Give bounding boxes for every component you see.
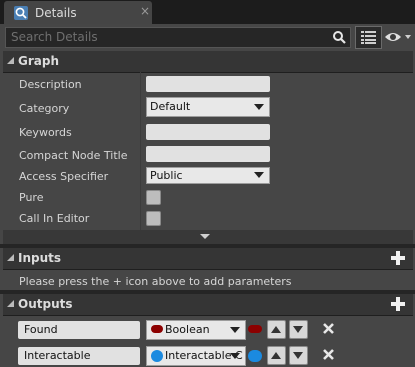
details-magnifier-icon <box>14 6 28 20</box>
close-icon[interactable] <box>323 323 334 334</box>
call-in-editor-checkbox[interactable] <box>146 211 161 226</box>
arrow-up-icon <box>271 352 281 359</box>
output-name-field[interactable]: Found <box>18 321 140 339</box>
details-tab[interactable]: Details × <box>4 1 152 24</box>
chevron-down-icon <box>254 104 264 110</box>
close-icon[interactable] <box>323 349 334 360</box>
outputs-category-title: Outputs <box>18 297 73 311</box>
keywords-label: Keywords <box>19 126 72 139</box>
chevron-down-icon <box>230 327 240 333</box>
call-in-editor-label: Call In Editor <box>19 212 90 225</box>
move-down-button[interactable] <box>289 320 308 339</box>
output-name-field[interactable]: Interactable <box>18 347 140 365</box>
eye-icon[interactable] <box>384 27 412 47</box>
tab-title: Details <box>35 6 77 20</box>
container-type-icon[interactable] <box>248 325 262 333</box>
graph-category-title: Graph <box>18 54 59 68</box>
move-up-button[interactable] <box>267 320 286 339</box>
expand-arrow-icon <box>200 234 210 239</box>
close-icon[interactable]: × <box>140 4 150 18</box>
access-specifier-value: Public <box>150 169 183 182</box>
keywords-field[interactable] <box>146 124 270 140</box>
inputs-hint: Please press the + icon above to add par… <box>19 275 292 288</box>
description-field[interactable] <box>146 76 270 92</box>
arrow-down-icon <box>293 352 303 359</box>
object-pin-icon <box>151 350 163 362</box>
collapse-arrow-icon <box>7 254 14 261</box>
description-label: Description <box>19 78 82 91</box>
category-combo[interactable]: Default <box>146 97 270 117</box>
pure-label: Pure <box>19 191 44 204</box>
arrow-down-icon <box>293 326 303 333</box>
output-name: Found <box>24 323 58 336</box>
access-specifier-combo[interactable]: Public <box>146 167 270 184</box>
view-options-button[interactable] <box>355 26 382 49</box>
boolean-pin-icon <box>151 325 163 333</box>
search-placeholder: Search Details <box>11 30 98 44</box>
view-options-icon <box>361 31 376 44</box>
inputs-category-header[interactable]: Inputs <box>3 248 413 270</box>
output-name: Interactable <box>24 349 91 362</box>
plus-icon[interactable] <box>391 251 405 265</box>
collapse-arrow-icon <box>7 300 14 307</box>
search-input[interactable]: Search Details <box>5 27 351 48</box>
compact-node-title-label: Compact Node Title <box>19 149 128 162</box>
category-value: Default <box>150 100 191 113</box>
graph-category-header[interactable]: Graph <box>3 51 413 73</box>
pure-checkbox[interactable] <box>146 190 161 205</box>
chevron-down-icon <box>254 172 264 178</box>
output-type-combo[interactable]: Interactable Component <box>146 346 246 366</box>
compact-node-title-field[interactable] <box>146 146 270 162</box>
container-type-icon[interactable] <box>248 350 262 362</box>
column-divider[interactable] <box>140 72 141 230</box>
collapse-arrow-icon <box>7 57 14 64</box>
access-specifier-label: Access Specifier <box>19 170 109 183</box>
category-label: Category <box>19 102 70 115</box>
move-up-button[interactable] <box>267 346 286 365</box>
search-icon[interactable] <box>332 30 346 44</box>
outputs-category-header[interactable]: Outputs <box>3 294 413 316</box>
inputs-category-title: Inputs <box>18 251 62 265</box>
chevron-down-icon <box>230 353 240 359</box>
plus-icon[interactable] <box>391 297 405 311</box>
move-down-button[interactable] <box>289 346 308 365</box>
tab-bar: Details × <box>0 0 415 24</box>
advanced-expander[interactable] <box>3 230 413 244</box>
arrow-up-icon <box>271 326 281 333</box>
output-type-combo[interactable]: Boolean <box>146 320 246 340</box>
